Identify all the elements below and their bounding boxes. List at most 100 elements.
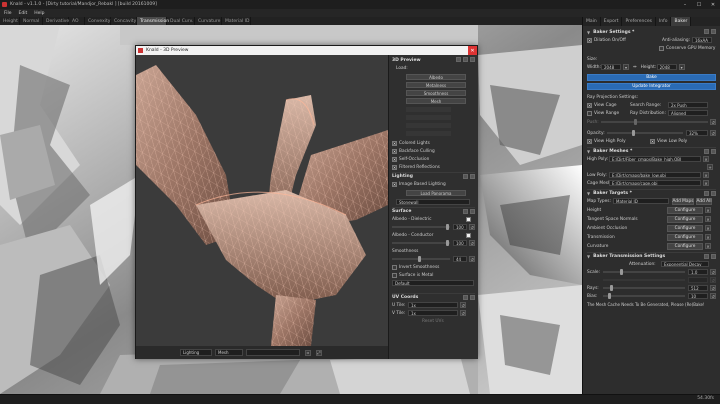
backface-culling-row[interactable]: ✕ Backface Culling [392, 147, 475, 155]
transmission-help-icon[interactable] [711, 254, 716, 259]
preview-section-header[interactable]: 3D Preview [392, 56, 475, 64]
albedo-dielectric-slider[interactable] [392, 224, 450, 230]
baker-meshes-help-icon[interactable] [711, 149, 716, 154]
scale-reset-icon[interactable]: ↺ [710, 269, 716, 275]
anti-aliasing-dropdown[interactable]: 16xAA [692, 37, 712, 43]
search-range-dropdown[interactable]: 2x Push [668, 102, 708, 108]
rays-slider-knob[interactable] [610, 285, 614, 291]
load-mesh-button[interactable]: Mesh [406, 98, 466, 104]
self-occlusion-row[interactable]: ✕ Self-Occlusion [392, 155, 475, 163]
link-icon[interactable]: ⇔ [633, 65, 637, 70]
attenuation-dropdown[interactable]: Exponential Decay [661, 261, 709, 267]
fullscreen-icon[interactable]: ⤢ [316, 349, 322, 356]
scale-slider[interactable] [603, 269, 685, 275]
render-option-icon[interactable]: ▫ [305, 349, 311, 356]
render-mode-dropdown[interactable] [246, 349, 300, 356]
u-tile-reset-icon[interactable]: ↺ [460, 302, 466, 308]
tab-preferences[interactable]: Preferences [622, 17, 656, 26]
low-poly-path[interactable]: E:/Dirt/cmaps/bake_low.obj [609, 172, 701, 178]
uv-help-icon[interactable] [470, 295, 475, 300]
albedo-conductor-value[interactable]: 100 [453, 240, 467, 246]
dilation-checkbox[interactable]: ✕ [587, 37, 592, 43]
rays-value[interactable]: 512 [688, 285, 708, 291]
cage-mesh-path[interactable]: E:/Dirt/cmaps/cage.obj [609, 180, 701, 186]
load-albedo-button[interactable]: Albedo [406, 74, 466, 80]
ibl-checkbox[interactable]: ✕ [392, 181, 397, 187]
tab-export[interactable]: Export [601, 17, 623, 26]
surface-reset-icon[interactable] [463, 209, 468, 214]
dialog-title-bar[interactable]: Knald - 3D Preview ✕ [136, 46, 477, 55]
smoothness-slider[interactable] [392, 256, 450, 262]
opacity-value[interactable]: 32% [686, 130, 708, 136]
lighting-dropdown[interactable]: Lighting [180, 349, 212, 356]
baker-targets-reset-icon[interactable] [704, 191, 709, 196]
lighting-help-icon[interactable] [470, 174, 475, 179]
push-slider-knob[interactable] [633, 119, 637, 125]
preview-settings-icon[interactable] [470, 57, 475, 62]
tab-info[interactable]: Info [656, 17, 672, 26]
load-panorama-button[interactable]: Load Panorama [406, 190, 466, 196]
view-low-poly-checkbox[interactable]: ✕ [650, 138, 655, 144]
bias-slider-knob[interactable] [608, 293, 611, 299]
surface-preset-dropdown[interactable]: Default [392, 280, 474, 286]
tab-curvature[interactable]: Curvature [195, 17, 222, 25]
transmission-settings-header[interactable]: ▼ Baker Transmission Settings [587, 252, 716, 260]
maximize-button[interactable]: ☐ [692, 0, 706, 9]
scale-slider-knob[interactable] [620, 269, 623, 275]
push-reset-icon[interactable]: ↺ [710, 119, 716, 125]
conserve-gpu-checkbox[interactable] [659, 45, 664, 51]
configure-height-button[interactable]: Configure [667, 206, 703, 214]
configure-normals-button[interactable]: Configure [667, 215, 703, 223]
backface-culling-checkbox[interactable]: ✕ [392, 148, 397, 154]
albedo-dielectric-knob[interactable] [446, 224, 450, 230]
v-tile-reset-icon[interactable]: ↺ [460, 310, 466, 316]
mesh-dropdown[interactable]: Mesh [215, 349, 243, 356]
push-slider[interactable] [601, 119, 708, 125]
tab-main[interactable]: Main [583, 17, 601, 26]
baker-settings-help-icon[interactable] [711, 29, 716, 34]
opacity-slider[interactable] [607, 130, 683, 136]
surface-metal-row[interactable]: Surface is Metal [392, 271, 475, 279]
bias-slider[interactable] [603, 293, 685, 299]
configure-transmission-button[interactable]: Configure [667, 233, 703, 241]
height-spin-icon[interactable]: ▾ [678, 64, 685, 70]
add-high-poly-icon[interactable]: + [707, 164, 713, 170]
baker-meshes-header[interactable]: ▼ Baker Meshes * [587, 147, 716, 155]
minimize-button[interactable]: – [678, 0, 692, 9]
self-occlusion-checkbox[interactable]: ✕ [392, 156, 397, 162]
tab-height[interactable]: Height [0, 17, 20, 25]
view-high-poly-checkbox[interactable]: ✕ [587, 138, 592, 144]
view-range-checkbox[interactable] [587, 110, 592, 116]
filtered-reflections-row[interactable]: ✕ Filtered Reflections [392, 163, 475, 171]
dialog-close-button[interactable]: ✕ [468, 46, 477, 55]
tab-baker[interactable]: Baker [671, 17, 692, 26]
baker-settings-reset-icon[interactable] [704, 29, 709, 34]
width-spin-icon[interactable]: ▾ [623, 64, 629, 70]
albedo-conductor-reset-icon[interactable]: ↺ [469, 240, 475, 246]
colored-lights-checkbox[interactable]: ✕ [392, 140, 397, 146]
smoothness-knob[interactable] [417, 256, 421, 262]
menu-file[interactable]: File [4, 11, 12, 16]
tab-transmission[interactable]: Transmission [137, 17, 169, 25]
remove-transmission-icon[interactable]: ✕ [705, 234, 711, 240]
bias-value[interactable]: 10 [688, 293, 708, 299]
low-poly-remove-icon[interactable]: ✕ [703, 172, 709, 178]
uv-reset-icon[interactable] [463, 295, 468, 300]
surface-section-header[interactable]: Surface [392, 207, 475, 215]
scale-value[interactable]: 1.0 [688, 269, 708, 275]
high-poly-path[interactable]: E:/Dirt/Fiber_cmaps/Bake_high.OBJ [609, 156, 701, 162]
smoothness-value[interactable]: 44 [453, 256, 467, 262]
remove-curvature-icon[interactable]: ✕ [705, 243, 711, 249]
load-smoothness-button[interactable]: Smoothness [406, 90, 466, 96]
3d-render-view[interactable] [136, 55, 388, 346]
add-maps-button[interactable]: Add Maps [672, 197, 694, 205]
v-tile-field[interactable]: 1x [408, 310, 458, 316]
view-cage-checkbox[interactable]: ✕ [587, 102, 592, 108]
tab-dual-curvature[interactable]: Dual Curv. [167, 17, 195, 25]
configure-ao-button[interactable]: Configure [667, 224, 703, 232]
remove-ao-icon[interactable]: ✕ [705, 225, 711, 231]
menu-help[interactable]: Help [34, 11, 44, 16]
remove-height-icon[interactable]: ✕ [705, 207, 711, 213]
map-types-dropdown[interactable]: Material ID [613, 198, 669, 204]
smoothness-reset-icon[interactable]: ↺ [469, 256, 475, 262]
